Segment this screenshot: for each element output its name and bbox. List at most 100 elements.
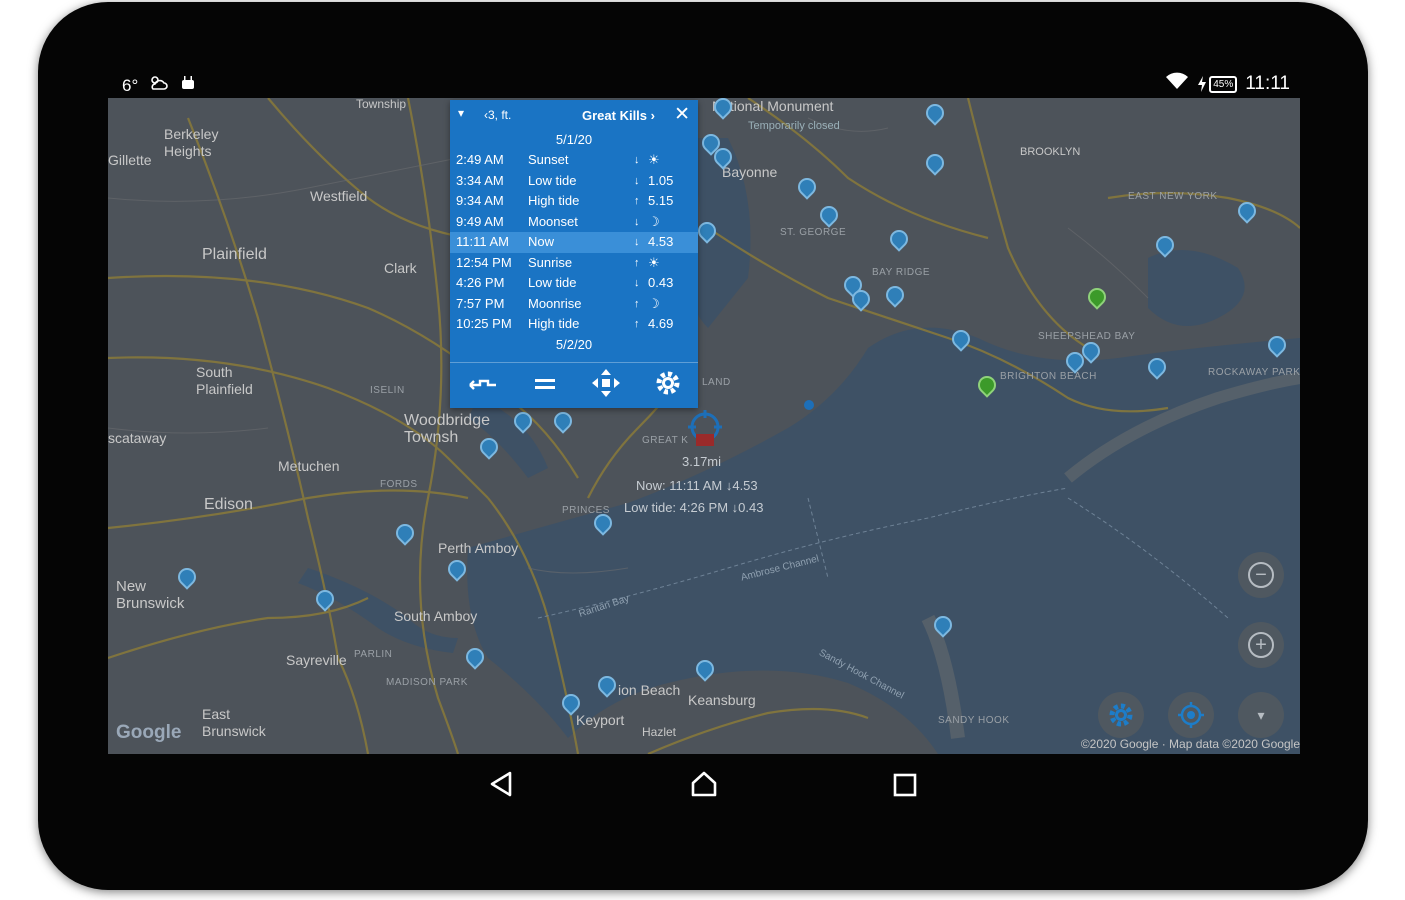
tide-row[interactable]: 10:25 PM High tide ↑ 4.69 <box>450 314 698 335</box>
tide-date: 5/2/20 <box>555 336 593 352</box>
map-label-new-brunswick: New Brunswick <box>116 578 185 612</box>
tide-row[interactable]: 3:34 AM Low tide ↓ 1.05 <box>450 171 698 192</box>
sun-icon: ☀ <box>648 254 660 270</box>
tide-row-arrow: ↑ <box>634 297 640 310</box>
sun-icon: ☀ <box>648 152 660 167</box>
map-label-metuchen: Metuchen <box>278 458 340 474</box>
cloud-sun-icon <box>148 74 170 97</box>
equals-icon[interactable] <box>533 373 557 399</box>
map-label-perth-amboy: Perth Amboy <box>438 540 519 556</box>
home-button[interactable] <box>690 770 718 806</box>
tide-row[interactable]: 12:54 PM Sunrise ↑ ☀ <box>450 253 698 274</box>
map-label-parlin: PARLIN <box>354 649 393 660</box>
zoom-in-button[interactable]: + <box>1238 622 1284 668</box>
tide-row-event: Low tide <box>528 275 577 290</box>
tide-row-arrow: ↑ <box>634 318 640 330</box>
tide-row-value: 4.69 <box>648 316 674 331</box>
map-label-keyport: Keyport <box>576 712 625 728</box>
tide-row-event: Sunset <box>528 152 569 167</box>
map-label-fords: FORDS <box>380 479 418 490</box>
tide-row-time: 12:54 PM <box>456 254 512 270</box>
tide-row-arrow: ↓ <box>634 215 640 228</box>
tide-row-event: Low tide <box>528 172 577 188</box>
map-label-westfield: Westfield <box>310 188 368 204</box>
swap-icon[interactable] <box>468 372 498 400</box>
expand-button[interactable]: ▾ <box>1238 692 1284 738</box>
map-label-great-kills: GREAT K <box>642 435 689 446</box>
map-label-east-brunswick: East Brunswick <box>202 706 266 739</box>
map-label-piscataway: scataway <box>108 430 167 446</box>
map-label-brooklyn: BROOKLYN <box>1020 146 1081 158</box>
tide-row-arrow: ↓ <box>634 277 640 289</box>
station-name[interactable]: Great Kills › <box>582 108 655 123</box>
map-label-berkeley-heights: Berkeley Heights <box>164 126 219 159</box>
settings-icon[interactable] <box>655 370 681 402</box>
tide-row-arrow: ↓ <box>634 154 640 166</box>
buoy-marker[interactable] <box>804 400 814 410</box>
tide-row-time: 9:49 AM <box>456 213 504 229</box>
map-label-keansburg: Keansburg <box>688 692 756 708</box>
map-label-township: Township <box>356 98 407 111</box>
height-unit-button[interactable]: ‹3, ft. <box>484 108 511 122</box>
tide-table-panel[interactable]: ▾ ‹3, ft. Great Kills › ✕ 5/1/20 2:49 AM… <box>450 100 698 408</box>
status-bar: 6° 45% 11:11 <box>108 70 1300 98</box>
map-label-plainfield: Plainfield <box>202 246 267 263</box>
move-icon[interactable] <box>591 369 620 403</box>
android-nav-bar <box>108 760 1300 814</box>
tide-row[interactable]: 7:57 PM Moonrise ↑ ☽ <box>450 294 698 315</box>
tide-row-event: Sunrise <box>528 254 573 270</box>
map-label-sandy-hook: SANDY HOOK <box>938 715 1010 726</box>
recents-icon <box>893 773 917 797</box>
zoom-in-icon: + <box>1248 632 1274 658</box>
map-label-madison-park: MADISON PARK <box>386 677 468 688</box>
back-button[interactable] <box>488 770 514 806</box>
map-label-sayreville: Sayreville <box>286 652 347 668</box>
tide-row-arrow: ↑ <box>634 256 640 269</box>
settings-icon <box>1109 703 1133 727</box>
moon-icon: ☽ <box>648 295 660 311</box>
map-settings-button[interactable] <box>1098 692 1144 738</box>
map-label-east-new-york: EAST NEW YORK <box>1128 191 1218 202</box>
tide-panel-toolbar <box>450 362 698 409</box>
wifi-icon <box>1165 72 1189 96</box>
map-label-st-george: ST. GEORGE <box>780 227 847 238</box>
map-label-gillette: Gillette <box>108 152 152 168</box>
map-label-iselin: ISELIN <box>370 385 405 396</box>
tide-row-time: 11:11 AM <box>456 234 509 249</box>
map-label-brighton-beach: BRIGHTON BEACH <box>1000 371 1097 382</box>
tide-row[interactable]: 2:49 AM Sunset ↓ ☀ <box>450 150 698 171</box>
map-label-south-plainfield: South Plainfield <box>196 364 253 397</box>
moon-icon: ☽ <box>648 213 660 229</box>
tide-row-value: 1.05 <box>648 172 674 188</box>
map-view[interactable]: Berkeley Heights Gillette Westfield Plain… <box>108 98 1300 754</box>
zoom-out-button[interactable]: − <box>1238 552 1284 598</box>
tide-row-event: High tide <box>528 193 580 208</box>
tide-row[interactable]: 4:26 PM Low tide ↓ 0.43 <box>450 273 698 294</box>
tide-row[interactable]: 9:49 AM Moonset ↓ ☽ <box>450 212 698 233</box>
map-label-woodbridge: Woodbridge Townsh <box>404 412 490 446</box>
recents-button[interactable] <box>892 770 918 806</box>
tide-row-time: 4:26 PM <box>456 275 505 290</box>
station-flag-icon <box>696 434 714 446</box>
my-location-button[interactable] <box>1168 692 1214 738</box>
next-tide-label: Low tide: 4:26 PM ↓0.43 <box>624 500 764 515</box>
map-label-edison: Edison <box>204 496 253 513</box>
tide-row-event: Now <box>528 234 555 249</box>
tide-row-time: 3:34 AM <box>456 172 504 188</box>
tide-row-value: 5.15 <box>648 193 674 208</box>
chevron-down-icon: ▾ <box>1257 706 1265 723</box>
map-label-union-beach: ion Beach <box>618 682 681 698</box>
map-label-temporarily-closed: Temporarily closed <box>748 120 840 132</box>
panel-menu-button[interactable]: ▾ <box>458 106 464 120</box>
tide-row-now[interactable]: 11:11 AM Now ↓ 4.53 <box>450 232 698 253</box>
map-label-clark: Clark <box>384 260 417 276</box>
tide-row-arrow: ↑ <box>634 195 640 207</box>
google-logo: Google <box>116 722 182 743</box>
close-icon[interactable]: ✕ <box>674 103 690 126</box>
tide-date: 5/1/20 <box>555 132 593 147</box>
tide-row-arrow: ↓ <box>634 174 640 187</box>
clock: 11:11 <box>1245 73 1290 94</box>
tide-row[interactable]: 9:34 AM High tide ↑ 5.15 <box>450 191 698 212</box>
my-location-icon <box>1178 702 1204 728</box>
tide-row-event: High tide <box>528 316 580 331</box>
